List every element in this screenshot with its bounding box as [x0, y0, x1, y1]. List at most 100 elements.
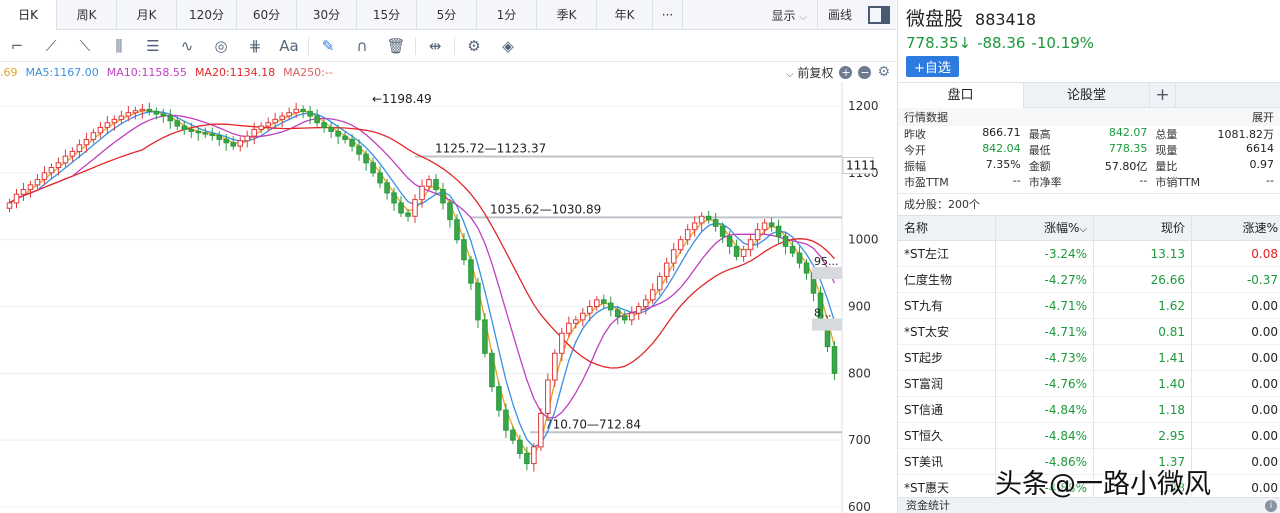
channel-icon[interactable]: ☰	[136, 30, 170, 62]
settings-icon[interactable]: ⚙	[877, 64, 890, 80]
move-icon[interactable]: ⇹	[418, 30, 452, 62]
candle[interactable]	[608, 296, 614, 317]
tab-forum[interactable]: 论股堂	[1024, 83, 1150, 108]
candle[interactable]	[160, 108, 167, 123]
period-tab[interactable]: 30分	[297, 0, 357, 30]
candle[interactable]	[796, 246, 803, 269]
text-icon[interactable]: Aa	[272, 30, 306, 62]
period-tab[interactable]: 60分	[237, 0, 297, 30]
period-tab[interactable]: 1分	[477, 0, 537, 30]
cursor-icon[interactable]: ⌐	[0, 30, 34, 62]
candle[interactable]	[398, 196, 404, 217]
stock-row[interactable]: ST九有 -4.71% 1.62 0.00	[898, 292, 1280, 319]
candle[interactable]	[447, 198, 453, 228]
candle[interactable]	[454, 214, 460, 244]
candle[interactable]	[300, 105, 306, 119]
candle[interactable]	[202, 127, 209, 139]
candle[interactable]	[573, 315, 579, 329]
candle[interactable]	[475, 277, 481, 328]
fan-icon[interactable]: ⟋	[34, 30, 68, 62]
stock-row[interactable]: *ST太安 -4.71% 0.81 0.00	[898, 318, 1280, 345]
candle[interactable]	[69, 147, 76, 162]
candle[interactable]	[740, 245, 747, 262]
candle[interactable]	[677, 235, 684, 254]
candle[interactable]	[314, 109, 320, 127]
cycle-icon[interactable]: ◎	[204, 30, 238, 62]
candle[interactable]	[104, 116, 111, 135]
candle[interactable]	[433, 174, 439, 195]
candle[interactable]	[97, 122, 104, 139]
period-tab[interactable]: 120分	[177, 0, 237, 30]
period-tab[interactable]: 5分	[417, 0, 477, 30]
stock-row[interactable]: ST富润 -4.76% 1.40 0.00	[898, 370, 1280, 397]
candle[interactable]	[761, 218, 768, 234]
candle[interactable]	[13, 188, 20, 209]
candle[interactable]	[559, 327, 565, 362]
candle[interactable]	[489, 349, 495, 393]
layers-icon[interactable]: ◈	[491, 30, 525, 62]
candlestick-chart[interactable]: 120011001000900800700600←1198.491125.72—…	[0, 82, 896, 513]
trend-line-icon[interactable]: ⟍	[68, 30, 102, 62]
col-header-speed[interactable]: 涨速%	[1192, 215, 1280, 241]
candle[interactable]	[146, 102, 153, 116]
col-header-price[interactable]: 现价	[1094, 215, 1192, 241]
adjust-select[interactable]: ⌵ 前复权	[786, 64, 833, 81]
period-tab[interactable]: 月K	[117, 0, 177, 30]
gann-icon[interactable]: ⋕	[238, 30, 272, 62]
settings-icon[interactable]: ⚙	[457, 30, 491, 62]
candle[interactable]	[482, 313, 488, 358]
candle[interactable]	[552, 349, 558, 387]
candle[interactable]	[181, 120, 188, 135]
candle[interactable]	[440, 182, 446, 210]
expand-link[interactable]: 展开	[1252, 109, 1274, 125]
candle[interactable]	[531, 442, 537, 472]
candle[interactable]	[27, 180, 34, 198]
candle[interactable]	[111, 115, 118, 131]
add-watchlist-button[interactable]: +自选	[906, 56, 959, 77]
candle[interactable]	[496, 381, 502, 417]
period-tab[interactable]: 日K	[0, 0, 57, 30]
magnet-icon[interactable]: ∩	[345, 30, 379, 62]
candle[interactable]	[621, 311, 628, 324]
candle[interactable]	[209, 127, 216, 141]
candle[interactable]	[307, 106, 313, 125]
tab-order-book[interactable]: 盘口	[898, 83, 1024, 108]
zoom-in-icon[interactable]: +	[839, 65, 853, 79]
info-icon[interactable]: i	[1265, 500, 1277, 512]
candle[interactable]	[272, 112, 278, 130]
candle[interactable]	[384, 178, 390, 200]
stock-row[interactable]: ST信通 -4.84% 1.18 0.00	[898, 396, 1280, 423]
candle[interactable]	[328, 122, 334, 139]
candle[interactable]	[20, 182, 27, 201]
candle[interactable]	[747, 234, 754, 257]
add-tab-button[interactable]: +	[1150, 83, 1176, 108]
candle[interactable]	[545, 373, 551, 419]
candle[interactable]	[230, 136, 236, 151]
candle[interactable]	[831, 341, 838, 381]
candle[interactable]	[782, 232, 789, 255]
period-tab[interactable]: 周K	[57, 0, 117, 30]
candle[interactable]	[244, 130, 250, 148]
col-header-name[interactable]: 名称	[898, 215, 996, 241]
candle[interactable]	[342, 132, 348, 144]
candle[interactable]	[167, 109, 174, 129]
col-header-change[interactable]: 涨幅%⌵	[996, 215, 1094, 241]
candle[interactable]	[377, 166, 383, 189]
candle[interactable]	[279, 112, 285, 128]
candle[interactable]	[118, 110, 125, 124]
stock-row[interactable]: *ST左江 -3.24% 13.13 0.08	[898, 240, 1280, 267]
brush-icon[interactable]: ✎	[311, 30, 345, 62]
parallel-lines-icon[interactable]: ⫼	[102, 30, 136, 62]
stock-row[interactable]: ST起步 -4.73% 1.41 0.00	[898, 344, 1280, 371]
candle[interactable]	[195, 127, 202, 141]
candle[interactable]	[412, 194, 418, 223]
candle[interactable]	[468, 255, 474, 290]
candle[interactable]	[538, 408, 544, 451]
candle[interactable]	[237, 136, 243, 152]
candle[interactable]	[733, 239, 740, 261]
candle[interactable]	[768, 217, 775, 232]
candle[interactable]	[712, 212, 719, 232]
zoom-out-icon[interactable]: −	[858, 65, 872, 79]
period-tab[interactable]: 年K	[597, 0, 653, 30]
draw-line-button[interactable]: 画线	[816, 0, 862, 30]
